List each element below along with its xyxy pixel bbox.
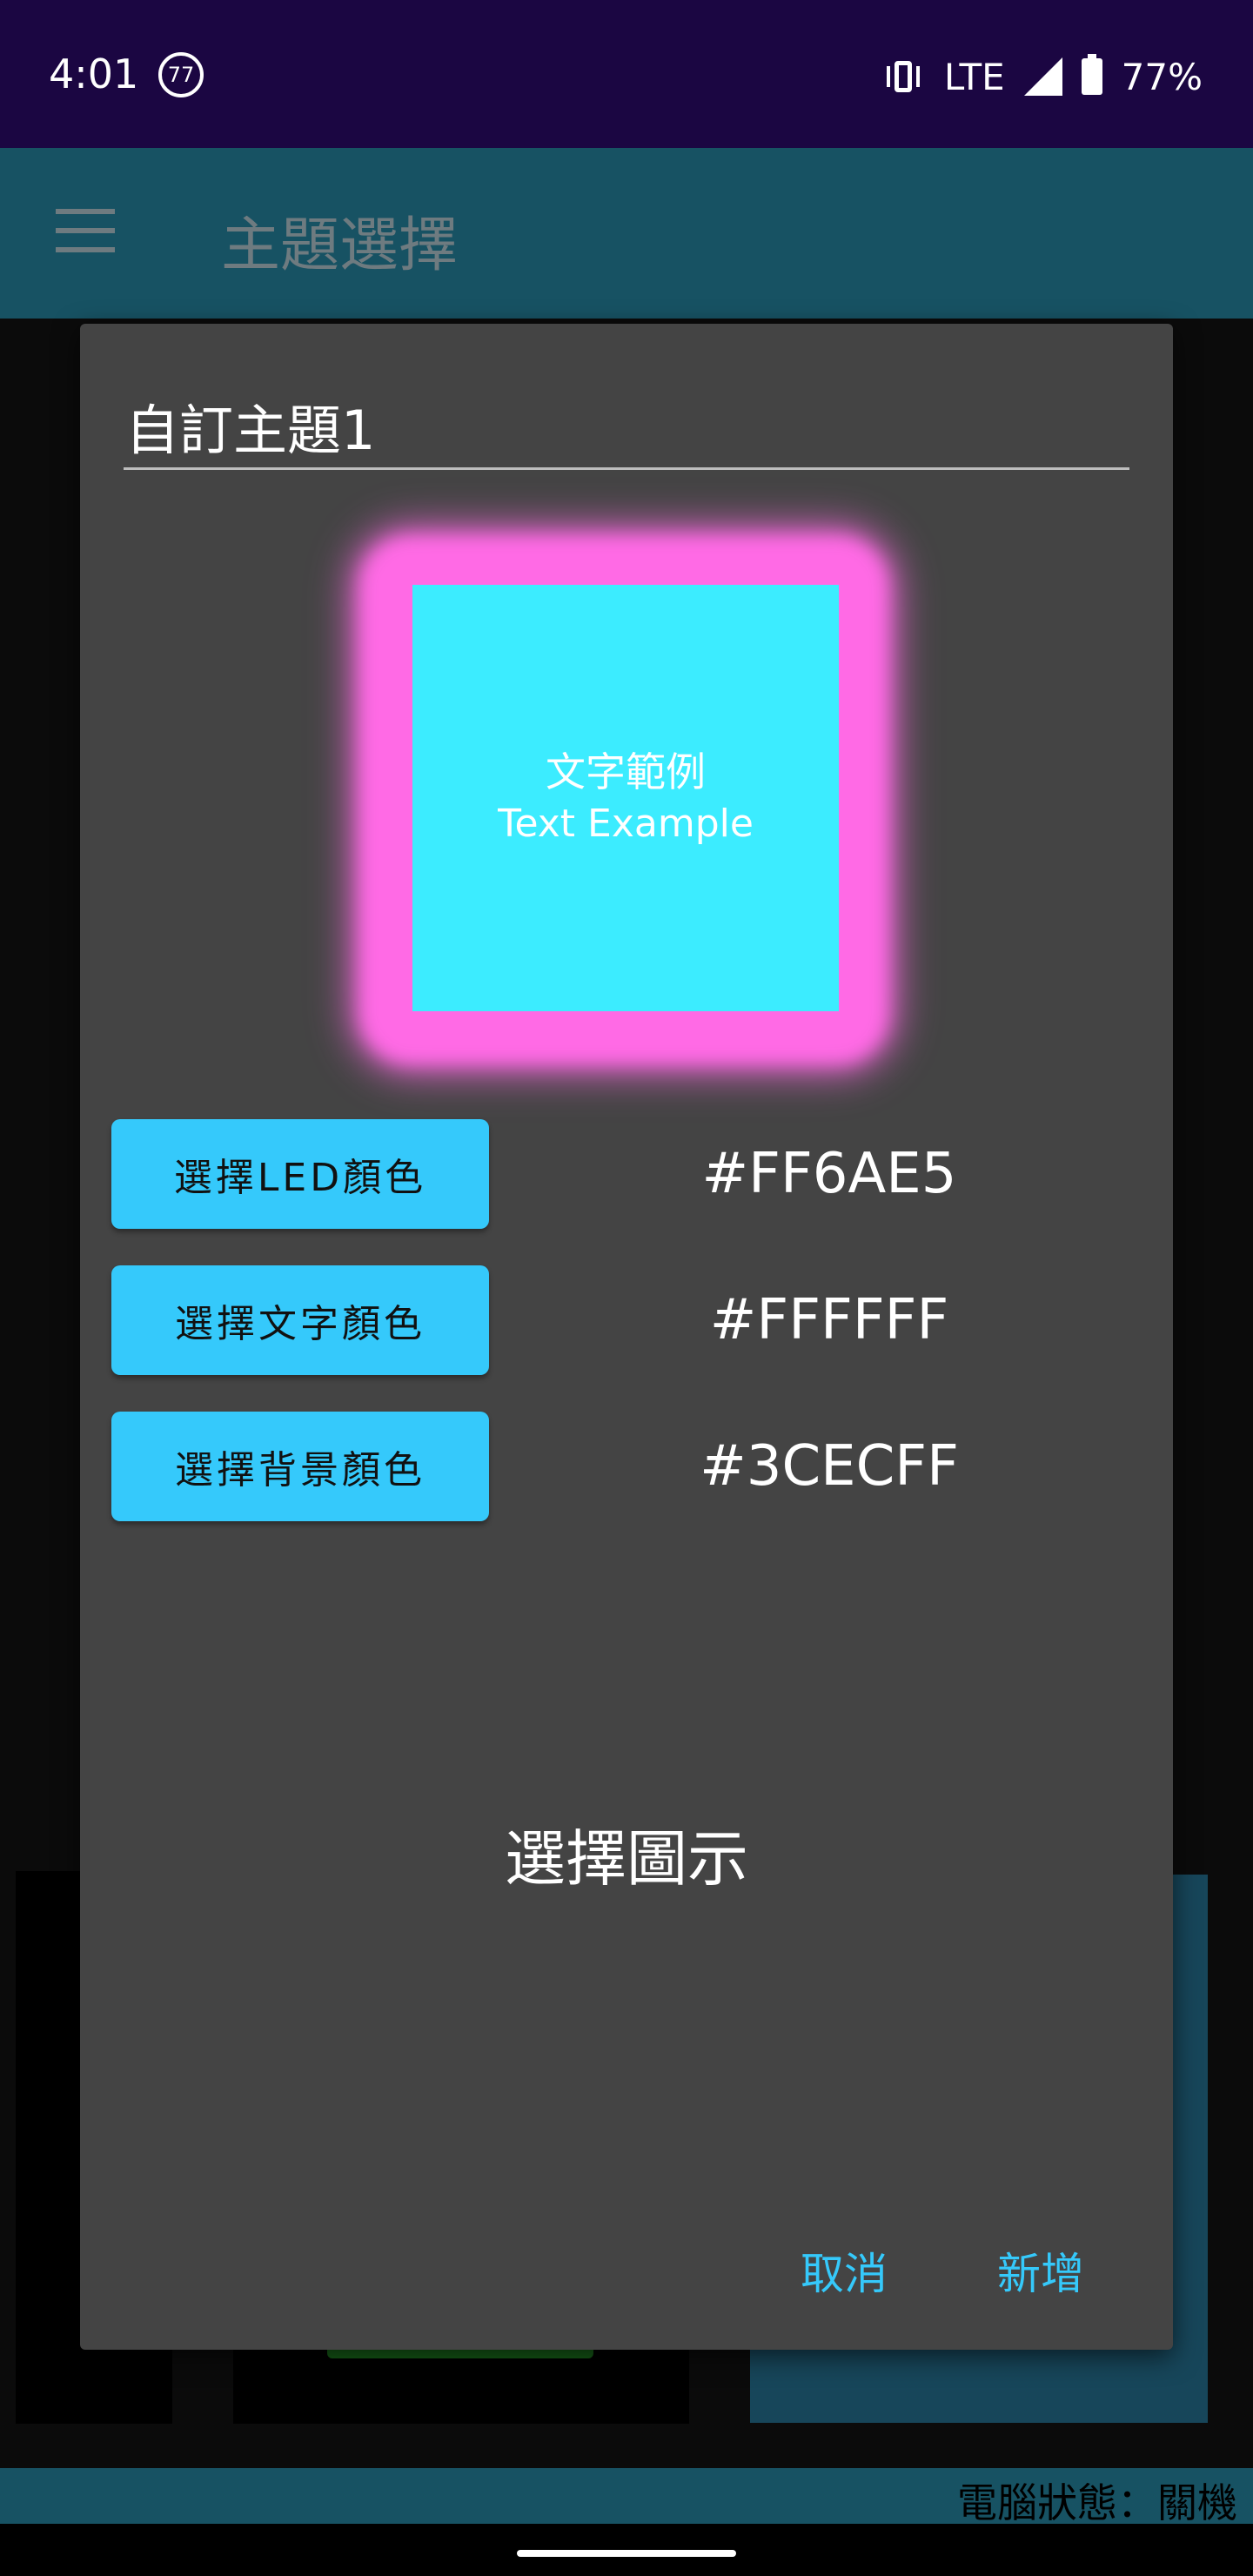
hamburger-menu-icon[interactable] xyxy=(56,209,115,252)
navigation-bar xyxy=(0,2524,1253,2576)
theme-preview: 文字範例 Text Example xyxy=(412,585,839,1011)
preview-text-english: Text Example xyxy=(498,802,754,846)
network-type: LTE xyxy=(943,55,1005,98)
theme-dialog: 文字範例 Text Example 選擇LED顏色 #FF6AE5 選擇文字顏色… xyxy=(80,324,1173,2350)
status-time: 4:01 xyxy=(49,50,139,97)
computer-status-text: 電腦狀態：關機 xyxy=(957,2479,1237,2526)
status-bar: 4:01 77 LTE 77% xyxy=(0,0,1253,148)
page-title: 主題選擇 xyxy=(221,211,459,280)
battery-percent: 77% xyxy=(1121,55,1203,98)
choose-text-color-button[interactable]: 選擇文字顏色 xyxy=(111,1265,489,1375)
background-color-value: #3CECFF xyxy=(700,1434,959,1499)
background-color-row: 選擇背景顏色 #3CECFF xyxy=(111,1412,1142,1521)
text-color-value: #FFFFFF xyxy=(709,1288,949,1352)
led-color-value: #FF6AE5 xyxy=(701,1142,957,1206)
cancel-button[interactable]: 取消 xyxy=(795,2238,893,2303)
choose-led-color-button[interactable]: 選擇LED顏色 xyxy=(111,1119,489,1229)
add-button[interactable]: 新增 xyxy=(992,2238,1089,2303)
app-bar: 主題選擇 xyxy=(0,148,1253,319)
status-icons: LTE 77% xyxy=(881,50,1203,103)
choose-icon-button[interactable]: 選擇圖示 xyxy=(80,1810,1173,1898)
home-gesture-handle[interactable] xyxy=(517,2550,736,2557)
preview-text-chinese: 文字範例 xyxy=(546,748,706,795)
notification-badge-icon: 77 xyxy=(158,52,204,97)
battery-icon xyxy=(1081,54,1102,95)
footer-status-bar: 電腦狀態：關機 xyxy=(0,2468,1253,2526)
signal-icon xyxy=(1023,57,1062,96)
theme-name-input[interactable] xyxy=(124,392,1129,470)
text-color-row: 選擇文字顏色 #FFFFFF xyxy=(111,1265,1142,1375)
led-color-row: 選擇LED顏色 #FF6AE5 xyxy=(111,1119,1142,1229)
vibrate-icon xyxy=(881,57,925,96)
choose-background-color-button[interactable]: 選擇背景顏色 xyxy=(111,1412,489,1521)
